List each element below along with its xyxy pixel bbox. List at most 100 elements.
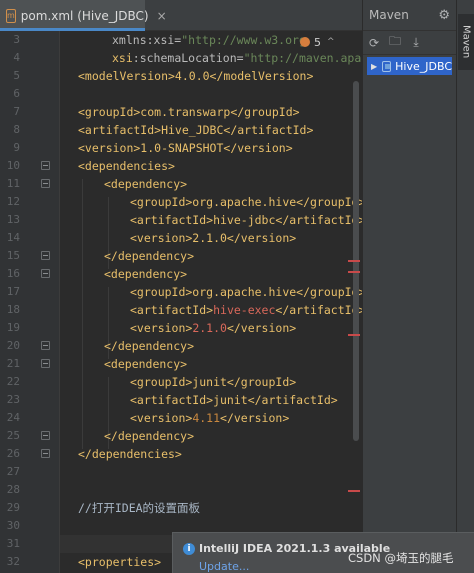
update-link[interactable]: Update... (199, 560, 249, 573)
line-number: 9 (13, 141, 20, 154)
watermark: CSDN @埼玉的腿毛 (348, 551, 454, 565)
line-number: 26 (6, 447, 20, 460)
error-stripe-mark[interactable] (348, 260, 360, 262)
line-number: 18 (6, 303, 20, 316)
line-number: 15 (6, 249, 20, 262)
fold-marker-icon[interactable] (41, 359, 50, 368)
maven-title: Maven (369, 8, 409, 22)
tab-pom-xml[interactable]: m pom.xml (Hive_JDBC) × (0, 0, 167, 31)
maven-module-icon (382, 60, 392, 72)
line-number: 28 (6, 483, 20, 496)
line-number: 7 (13, 105, 20, 118)
maven-toolbar: ⟳ 🗀 ⤓ (363, 31, 456, 55)
maven-tool-window: Maven ⚙ ⟳ 🗀 ⤓ ▶ Hive_JDBC (362, 0, 456, 573)
code-line-9: <version>1.0-SNAPSHOT</version> (78, 141, 293, 155)
close-icon[interactable]: × (157, 9, 167, 23)
attr-name: :schemaLocation= (132, 51, 244, 65)
code-line-22: <groupId>junit</groupId> (130, 375, 297, 389)
download-icon[interactable]: ⤓ (409, 35, 423, 50)
line-number: 20 (6, 339, 20, 352)
line-number-gutter: 3 4 5 6 7 8 9 10 11 12 13 14 15 16 17 18 19 20 21 22 23 24 25 2… (0, 31, 60, 573)
error-stripe-mark[interactable] (348, 490, 360, 492)
line-number: 32 (6, 555, 20, 568)
code-line-18: <artifactId>hive-exec</artifactId> (130, 301, 362, 319)
line-number: 5 (13, 69, 20, 82)
fold-marker-icon[interactable] (41, 161, 50, 170)
reload-icon[interactable]: ⟳ (367, 36, 381, 50)
line-number: 22 (6, 375, 20, 388)
line-number: 6 (13, 87, 20, 100)
right-tool-strip: Maven (456, 0, 474, 573)
maven-strip-button[interactable]: Maven (458, 14, 474, 70)
line-number: 25 (6, 429, 20, 442)
code-line-4: xsi:schemaLocation="http://maven.apache (112, 49, 362, 67)
code-line-15: </dependency> (104, 249, 195, 263)
attr-prefix: xsi (112, 51, 133, 65)
code-editor[interactable]: xmlns:xsi="http://www.w3.org xsi:schemaL… (60, 31, 362, 573)
code-line-21: <dependency> (104, 357, 188, 371)
line-number: 12 (6, 195, 20, 208)
inspection-widget[interactable]: 5 ^ (300, 34, 335, 50)
line-number: 16 (6, 267, 20, 280)
fold-marker-icon[interactable] (41, 449, 50, 458)
code-line-12: <groupId>org.apache.hive</groupId> (130, 195, 362, 209)
maven-strip-label: Maven (460, 25, 472, 59)
line-number: 4 (13, 51, 20, 64)
maven-xml-file-icon: m (6, 8, 16, 23)
error-stripe-mark[interactable] (348, 334, 360, 336)
maven-header: Maven ⚙ (363, 0, 456, 31)
code-line-14: <version>2.1.0</version> (130, 231, 297, 245)
fold-marker-icon[interactable] (41, 269, 50, 278)
tag-open: <artifactId> (130, 303, 214, 317)
tree-arrow-icon[interactable]: ▶ (371, 62, 377, 71)
line-number: 17 (6, 285, 20, 298)
code-line-7: <groupId>com.transwarp</groupId> (78, 105, 300, 119)
unresolved-value: hive-exec (213, 303, 276, 317)
tab-label: pom.xml (Hive_JDBC) (20, 8, 149, 23)
attr-value: "http://maven.apache (243, 51, 362, 65)
warning-icon (300, 37, 310, 47)
fold-marker-icon[interactable] (41, 179, 50, 188)
code-line-20: </dependency> (104, 339, 195, 353)
code-line-10: <dependencies> (78, 159, 175, 173)
attr-value: "http://www.w3.org (181, 33, 306, 47)
gear-icon[interactable]: ⚙ (438, 8, 450, 23)
line-number: 3 (13, 33, 20, 46)
line-number: 10 (6, 159, 20, 172)
fold-marker-icon[interactable] (41, 431, 50, 440)
line-number: 14 (6, 231, 20, 244)
line-number: 19 (6, 321, 20, 334)
line-number: 13 (6, 213, 20, 226)
chevron-up-icon[interactable]: ^ (327, 37, 335, 47)
tag-close: </version> (226, 321, 297, 335)
indent-guide (82, 179, 83, 449)
code-line-23: <artifactId>junit</artifactId> (130, 393, 338, 407)
unresolved-value: 2.1.0 (192, 321, 227, 335)
code-line-3: xmlns:xsi="http://www.w3.org (112, 31, 306, 49)
maven-project-item[interactable]: ▶ Hive_JDBC (367, 57, 452, 75)
info-icon: i (183, 543, 195, 555)
code-line-8: <artifactId>Hive_JDBC</artifactId> (78, 123, 314, 137)
code-line-11: <dependency> (104, 177, 188, 191)
add-project-icon[interactable]: 🗀 (388, 34, 402, 50)
line-number: 21 (6, 357, 20, 370)
code-line-16: <dependency> (104, 267, 188, 281)
code-line-24: <version>4.11</version> (130, 409, 289, 427)
code-line-19: <version>2.1.0</version> (130, 319, 296, 337)
tag-close: </version> (220, 411, 290, 425)
line-number: 27 (6, 465, 20, 478)
line-number: 31 (6, 537, 20, 550)
tag-close: </artifactId> (275, 303, 362, 317)
tag-open: <version> (130, 411, 193, 425)
fold-marker-icon[interactable] (41, 341, 50, 350)
tag-open: <version> (130, 321, 193, 335)
fold-marker-icon[interactable] (41, 251, 50, 260)
code-line-13: <artifactId>hive-jdbc</artifactId> (130, 213, 362, 227)
code-line-5: <modelVersion>4.0.0</modelVersion> (78, 69, 314, 83)
line-number: 29 (6, 501, 20, 514)
line-number: 30 (6, 519, 20, 532)
line-number: 24 (6, 411, 20, 424)
code-line-29: //打开IDEA的设置面板 (78, 501, 201, 515)
error-stripe-mark[interactable] (348, 271, 360, 273)
line-number: 8 (13, 123, 20, 136)
